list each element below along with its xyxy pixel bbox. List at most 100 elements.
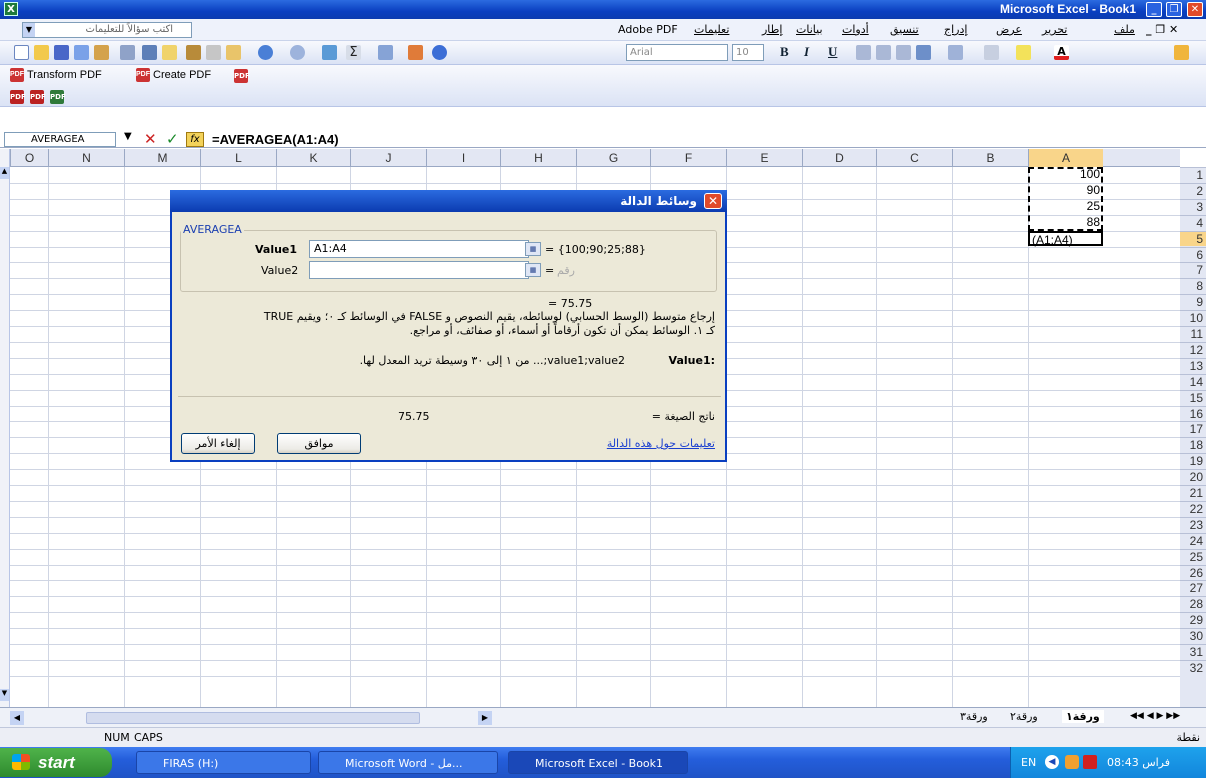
pdf-review-icon[interactable]: PDF	[50, 90, 66, 104]
menu-help[interactable]: تعليمات	[694, 23, 729, 36]
row-header-6[interactable]: 6	[1180, 246, 1206, 263]
chart-wizard-icon[interactable]	[408, 45, 423, 60]
insert-function-icon[interactable]: fx	[186, 132, 204, 147]
column-header-D[interactable]: D	[802, 149, 876, 167]
paste-icon[interactable]	[226, 45, 241, 60]
task-firas-drive[interactable]: FIRAS (H:)	[136, 751, 311, 774]
row-header-32[interactable]: 32	[1180, 659, 1206, 676]
redo-icon[interactable]	[290, 45, 305, 60]
row-header-7[interactable]: 7	[1180, 262, 1206, 278]
cut-icon[interactable]	[186, 45, 201, 60]
network-icon[interactable]	[1065, 755, 1079, 769]
save-icon[interactable]	[54, 45, 69, 60]
menu-format[interactable]: تنسيق	[890, 23, 919, 36]
vertical-scrollbar[interactable]: ▲ ▼	[0, 149, 10, 707]
help-link[interactable]: تعليمات حول هذه الدالة	[607, 437, 715, 450]
enter-icon[interactable]: ✓	[166, 130, 179, 148]
language-indicator[interactable]: EN	[1021, 756, 1036, 769]
row-header-16[interactable]: 16	[1180, 405, 1206, 422]
menu-file[interactable]: ملف	[1114, 23, 1135, 36]
column-header-B[interactable]: B	[952, 149, 1028, 167]
value1-input[interactable]: A1:A4	[309, 240, 529, 258]
open-icon[interactable]	[34, 45, 49, 60]
column-header-H[interactable]: H	[500, 149, 576, 167]
collapse-dialog-icon[interactable]: ▦	[525, 263, 541, 277]
row-header-19[interactable]: 19	[1180, 453, 1206, 469]
column-header-F[interactable]: F	[650, 149, 726, 167]
transform-pdf-button[interactable]: PDF Transform PDF	[10, 68, 102, 82]
toolbar-options-icon[interactable]	[1174, 45, 1189, 60]
row-header-24[interactable]: 24	[1180, 532, 1206, 549]
column-header-M[interactable]: M	[124, 149, 200, 167]
row-header-26[interactable]: 26	[1180, 564, 1206, 581]
bold-button[interactable]: B	[780, 44, 789, 60]
horizontal-scrollbar-thumb[interactable]	[86, 712, 420, 724]
document-controls[interactable]: _ ❐ ✕	[1146, 23, 1178, 36]
row-header-14[interactable]: 14	[1180, 373, 1206, 390]
copy-icon[interactable]	[206, 45, 221, 60]
indent-icon[interactable]	[948, 45, 963, 60]
row-header-5[interactable]: 5	[1180, 230, 1206, 247]
menu-window[interactable]: إطار	[762, 23, 782, 36]
row-header-18[interactable]: 18	[1180, 437, 1206, 453]
help-icon[interactable]	[432, 45, 447, 60]
column-header-L[interactable]: L	[200, 149, 276, 167]
row-header-3[interactable]: 3	[1180, 198, 1206, 215]
new-icon[interactable]	[14, 45, 29, 60]
borders-icon[interactable]	[984, 45, 999, 60]
sheet-tab-1[interactable]: ورقة١	[1062, 710, 1104, 723]
column-header-A[interactable]: A	[1028, 149, 1103, 167]
menu-view[interactable]: عرض	[996, 23, 1022, 36]
row-header-31[interactable]: 31	[1180, 644, 1206, 660]
row-header-1[interactable]: 1	[1180, 167, 1206, 183]
pdf-convert-icon[interactable]: PDF	[10, 90, 26, 104]
tab-navigation-icon[interactable]: ◀◀ ◀ ▶ ▶▶	[1130, 711, 1180, 721]
sheet-tab-3[interactable]: ورقة٣	[960, 710, 988, 723]
pdf-append-icon[interactable]: PDF	[30, 90, 46, 104]
scroll-left-icon[interactable]: ◀	[10, 711, 24, 725]
task-excel[interactable]: Microsoft Excel - Book1	[508, 751, 688, 774]
align-left-icon[interactable]	[856, 45, 871, 60]
row-header-30[interactable]: 30	[1180, 628, 1206, 644]
ok-button[interactable]: موافق	[277, 433, 361, 454]
value2-input[interactable]	[309, 261, 529, 279]
row-header-23[interactable]: 23	[1180, 516, 1206, 533]
row-header-25[interactable]: 25	[1180, 548, 1206, 565]
menu-insert[interactable]: إدراج	[944, 23, 967, 36]
fill-color-icon[interactable]	[1016, 45, 1031, 60]
column-header-J[interactable]: J	[350, 149, 426, 167]
menu-data[interactable]: بيانات	[796, 23, 823, 36]
print-preview-icon[interactable]	[142, 45, 157, 60]
menu-tools[interactable]: أدوات	[842, 23, 869, 36]
menu-edit[interactable]: تحرير	[1042, 23, 1067, 36]
restore-button[interactable]: ❐	[1166, 2, 1182, 17]
row-header-20[interactable]: 20	[1180, 469, 1206, 485]
row-header-12[interactable]: 12	[1180, 341, 1206, 358]
start-button[interactable]: start	[0, 748, 112, 777]
email-icon[interactable]	[94, 45, 109, 60]
collapse-dialog-icon[interactable]: ▦	[525, 242, 541, 256]
merge-center-icon[interactable]	[916, 45, 931, 60]
row-header-22[interactable]: 22	[1180, 500, 1206, 517]
scroll-down-icon[interactable]: ▼	[0, 689, 9, 701]
column-header-I[interactable]: I	[426, 149, 500, 167]
undo-icon[interactable]	[258, 45, 273, 60]
underline-button[interactable]: U	[828, 44, 837, 60]
excel-icon[interactable]: X	[4, 2, 18, 16]
create-pdf-button[interactable]: PDF Create PDF	[136, 68, 211, 82]
row-header-11[interactable]: 11	[1180, 326, 1206, 342]
row-header-15[interactable]: 15	[1180, 389, 1206, 406]
close-button[interactable]: ✕	[1187, 2, 1203, 17]
cell-A5[interactable]: (A1:A4)	[1028, 230, 1103, 247]
row-header-17[interactable]: 17	[1180, 421, 1206, 437]
row-header-29[interactable]: 29	[1180, 612, 1206, 628]
row-header-13[interactable]: 13	[1180, 357, 1206, 374]
scroll-right-icon[interactable]: ▶	[478, 711, 492, 725]
permission-icon[interactable]	[74, 45, 89, 60]
chevron-down-icon[interactable]: ▼	[124, 131, 132, 142]
row-header-2[interactable]: 2	[1180, 182, 1206, 199]
font-color-icon[interactable]: A	[1054, 45, 1069, 60]
sort-icon[interactable]	[378, 45, 393, 60]
tray-arrow-icon[interactable]: ◀	[1045, 755, 1059, 769]
row-header-28[interactable]: 28	[1180, 596, 1206, 612]
